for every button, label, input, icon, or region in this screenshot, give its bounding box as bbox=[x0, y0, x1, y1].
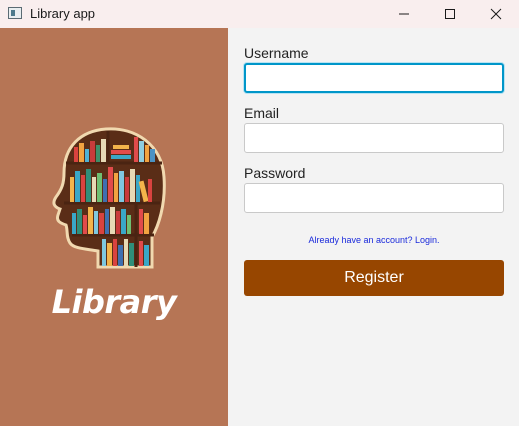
maximize-icon bbox=[445, 9, 455, 19]
username-input[interactable] bbox=[244, 63, 504, 93]
minimize-icon bbox=[399, 13, 409, 15]
email-input[interactable] bbox=[244, 123, 504, 153]
maximize-button[interactable] bbox=[427, 0, 473, 28]
username-label: Username bbox=[244, 45, 309, 61]
email-label: Email bbox=[244, 105, 280, 121]
window-title: Library app bbox=[30, 6, 96, 21]
brand-title: Library bbox=[51, 283, 177, 321]
library-head-logo bbox=[52, 127, 166, 269]
password-input[interactable] bbox=[244, 183, 504, 213]
app-icon bbox=[8, 7, 22, 19]
login-link[interactable]: Already have an account? Login. bbox=[244, 235, 504, 245]
close-button[interactable] bbox=[473, 0, 519, 28]
minimize-button[interactable] bbox=[381, 0, 427, 28]
brand-panel: Library bbox=[0, 28, 228, 426]
close-icon bbox=[490, 8, 502, 20]
title-bar: Library app bbox=[0, 0, 519, 28]
password-label: Password bbox=[244, 165, 306, 181]
register-button[interactable]: Register bbox=[244, 260, 504, 296]
registration-form: Username Email Password Already have an … bbox=[228, 28, 519, 426]
